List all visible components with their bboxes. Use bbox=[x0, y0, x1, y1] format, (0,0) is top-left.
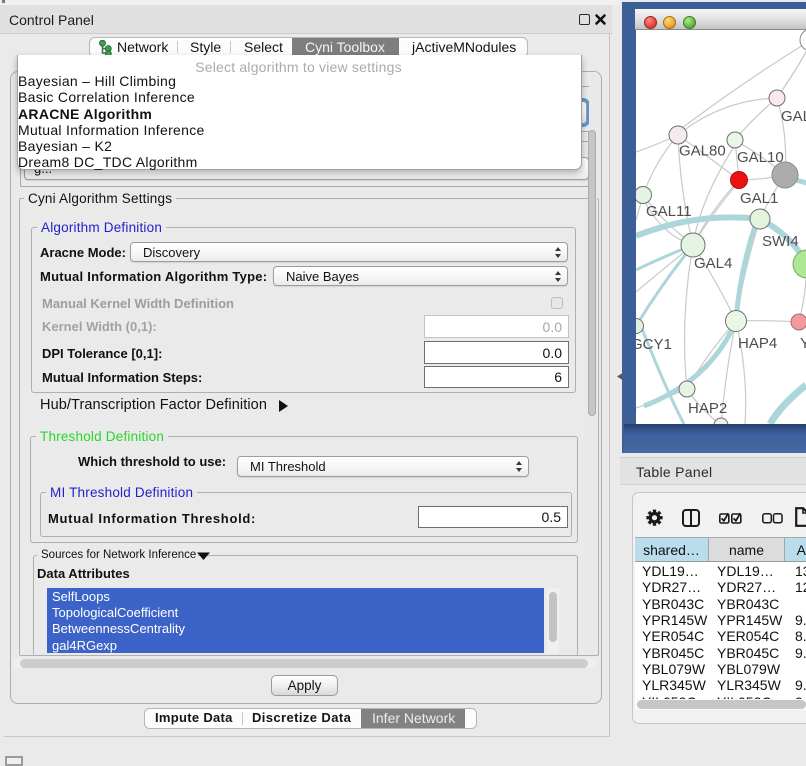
svg-text:GAL10: GAL10 bbox=[737, 149, 784, 166]
svg-text:SWI4: SWI4 bbox=[762, 233, 799, 250]
svg-text:GAL11: GAL11 bbox=[646, 203, 692, 220]
svg-text:GAL7: GAL7 bbox=[781, 108, 806, 125]
svg-text:HAP2: HAP2 bbox=[688, 400, 727, 417]
svg-text:HAP4: HAP4 bbox=[738, 335, 777, 352]
svg-text:GAL4: GAL4 bbox=[694, 255, 732, 272]
svg-text:GAL1: GAL1 bbox=[740, 190, 778, 207]
svg-text:GAL80: GAL80 bbox=[679, 143, 726, 160]
svg-text:GCY1: GCY1 bbox=[636, 336, 672, 353]
svg-text:YL: YL bbox=[800, 335, 806, 352]
